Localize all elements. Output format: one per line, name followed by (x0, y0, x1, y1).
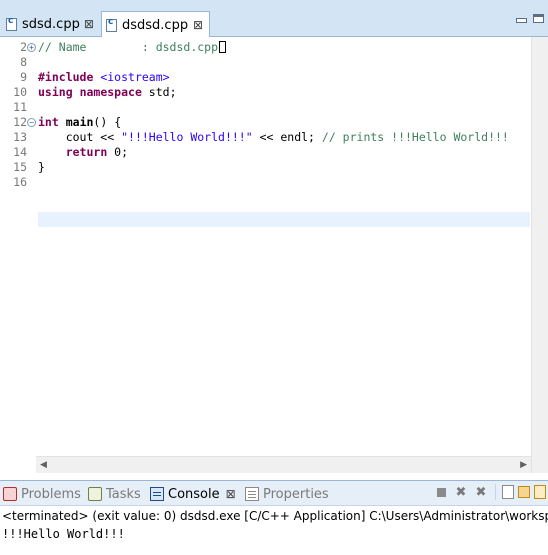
code-text: #include <iostream> (38, 70, 170, 85)
code-line[interactable]: 8 (0, 55, 548, 70)
code-token: << endl; (252, 130, 322, 144)
code-token: // Name : dsdsd.cpp (38, 40, 219, 54)
tab-console-label: Console (168, 486, 220, 502)
code-line[interactable]: 15} (0, 160, 548, 175)
code-token: return (65, 145, 108, 159)
code-line[interactable]: 16 (0, 175, 548, 190)
editor-tab-dsdsd[interactable]: dsdsd.cpp ⊠ (101, 11, 210, 38)
code-line[interactable]: 10 using namespace std; (0, 85, 548, 100)
code-line[interactable]: 14 return 0; (0, 145, 548, 160)
console-toolbar: ✖ ✖ (433, 484, 546, 500)
tab-problems[interactable]: Problems (3, 485, 81, 503)
code-token: () { (93, 115, 122, 129)
code-token: } (38, 160, 45, 174)
line-number: 14 (13, 145, 27, 159)
editor-tab-label: sdsd.cpp (22, 16, 80, 32)
tab-properties-label: Properties (263, 486, 329, 502)
line-number: 15 (13, 160, 27, 174)
minimize-icon[interactable] (516, 18, 527, 23)
code-line[interactable]: 9 #include <iostream> (0, 70, 548, 85)
tab-properties[interactable]: Properties (245, 485, 329, 503)
remove-launch-icon[interactable]: ✖ (453, 484, 469, 500)
code-token: int (38, 115, 59, 129)
code-text: return 0; (38, 145, 128, 160)
code-text: // Name : dsdsd.cpp (38, 40, 227, 55)
vertical-scrollbar[interactable] (531, 37, 548, 473)
code-editor[interactable]: 2 +// Name : dsdsd.cpp 8 9 #include <iostrea… (0, 37, 548, 473)
problems-icon (3, 487, 17, 501)
editor-tab-bar: sdsd.cpp ⊠ dsdsd.cpp ⊠ (0, 0, 548, 38)
horizontal-scrollbar[interactable]: ◀ ▶ (36, 456, 531, 473)
code-text: int main() { (38, 115, 121, 130)
text-cursor (219, 41, 227, 53)
line-number: 10 (13, 85, 27, 99)
line-number: 2 (20, 40, 27, 54)
current-line-highlight (38, 212, 530, 227)
line-number: 9 (20, 70, 27, 84)
code-text: } (38, 160, 45, 175)
tasks-icon (88, 487, 102, 501)
tab-tasks[interactable]: Tasks (88, 485, 141, 503)
expand-fold-icon[interactable]: + (27, 43, 36, 52)
editor-tab-sdsd[interactable]: sdsd.cpp ⊠ (2, 11, 99, 37)
collapse-fold-icon[interactable]: − (27, 118, 36, 127)
code-line[interactable]: 2 +// Name : dsdsd.cpp (0, 40, 548, 55)
close-tab-icon[interactable]: ⊠ (193, 18, 203, 32)
file-cpp-icon (106, 17, 117, 32)
scroll-lock-icon[interactable] (518, 486, 530, 498)
maximize-icon[interactable] (533, 14, 544, 23)
remove-all-icon[interactable]: ✖ (473, 484, 489, 500)
code-line[interactable]: 11 (0, 100, 548, 115)
line-number: 13 (13, 130, 27, 144)
scroll-left-icon[interactable]: ◀ (40, 460, 47, 470)
properties-icon (245, 487, 259, 501)
line-number: 12 (13, 115, 27, 129)
terminate-icon[interactable] (433, 484, 449, 500)
tab-problems-label: Problems (21, 486, 81, 502)
line-number: 8 (20, 55, 27, 69)
code-text: cout << "!!!Hello World!!!" << endl; // … (38, 130, 509, 145)
code-token: main (65, 115, 94, 129)
clear-console-icon[interactable] (502, 485, 514, 499)
code-token: namespace (79, 85, 142, 99)
code-token: // prints !!!Hello World!!! (321, 130, 509, 144)
editor-tab-label: dsdsd.cpp (122, 17, 189, 33)
console-status-line: <terminated> (exit value: 0) dsdsd.exe [… (2, 509, 548, 523)
code-line[interactable]: 12− int main() { (0, 115, 548, 130)
line-number: 16 (13, 175, 27, 189)
tab-console[interactable]: Console ⊠ (150, 485, 236, 503)
console-icon (150, 487, 164, 501)
code-token: cout << (38, 130, 122, 144)
code-token: "!!!Hello World!!!" (121, 130, 253, 144)
toolbar-divider (495, 484, 496, 500)
code-token: 0; (107, 145, 129, 159)
tab-tasks-label: Tasks (106, 486, 141, 502)
console-output[interactable]: !!!Hello World!!! (0, 525, 548, 555)
code-text: using namespace std; (38, 85, 177, 100)
code-line[interactable]: 13 cout << "!!!Hello World!!!" << endl; … (0, 130, 548, 145)
code-token: <iostream> (100, 70, 170, 84)
code-token: #include (38, 70, 94, 84)
close-tab-icon[interactable]: ⊠ (226, 487, 236, 501)
bottom-view-tab-bar: Problems Tasks Console ⊠ Properties ✖ ✖ (0, 480, 548, 506)
file-cpp-icon (6, 16, 17, 31)
close-tab-icon[interactable]: ⊠ (84, 17, 94, 31)
pin-console-icon[interactable] (534, 485, 546, 499)
scroll-right-icon[interactable]: ▶ (520, 460, 527, 470)
line-number: 11 (13, 100, 27, 114)
code-token: using (38, 85, 73, 99)
code-token: std; (141, 85, 177, 99)
